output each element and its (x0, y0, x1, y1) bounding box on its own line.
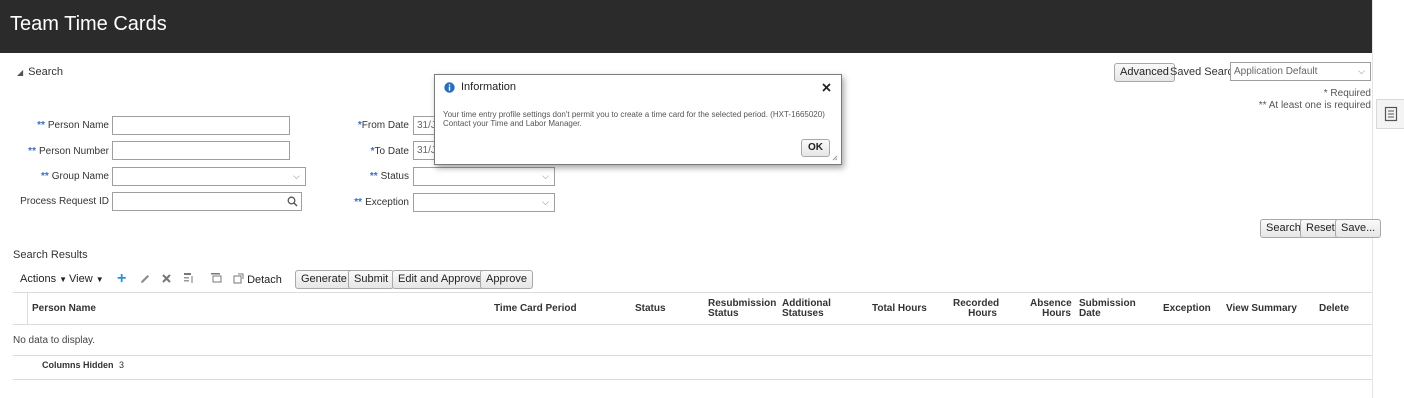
required-marker: ** (28, 146, 36, 157)
person-name-label: ** Person Name (37, 120, 109, 131)
submit-button[interactable]: Submit (348, 270, 395, 289)
columns-hidden-count: 3 (119, 360, 125, 370)
detach-label: Detach (247, 274, 282, 286)
right-panel-gutter (1372, 0, 1404, 398)
close-icon[interactable] (822, 83, 831, 92)
at-least-one-note: ** At least one is required (1258, 100, 1371, 111)
status-label: ** Status (370, 171, 409, 182)
person-number-label: ** Person Number (28, 146, 109, 157)
page-header: Team Time Cards (0, 0, 1372, 53)
from-date-label: *From Date (358, 120, 409, 131)
group-name-label-text: Group Name (51, 171, 109, 182)
saved-search-select[interactable]: Application Default ⌵ (1230, 62, 1371, 81)
delete-x-icon[interactable] (161, 273, 172, 284)
person-name-label-text: Person Name (47, 120, 109, 131)
chevron-down-icon: ⌵ (1358, 66, 1365, 76)
saved-search-value: Application Default (1234, 66, 1318, 77)
to-date-label: *To Date (371, 146, 409, 157)
column-header-additional-statuses[interactable]: Additional Statuses (782, 299, 831, 319)
table-header-bottom-border (13, 324, 1372, 325)
info-icon (444, 82, 455, 93)
empty-table-message: No data to display. (13, 335, 96, 346)
from-date-label-text: From Date (361, 120, 409, 131)
required-marker: ** (40, 171, 49, 182)
edit-and-approve-button[interactable]: Edit and Approve (392, 270, 488, 289)
actions-menu[interactable]: Actions ▼ (20, 273, 67, 285)
columns-hidden-label: Columns Hidden (42, 360, 114, 370)
column-header-line: Hours (968, 308, 997, 319)
view-menu[interactable]: View ▼ (69, 273, 104, 285)
process-request-id-input[interactable] (112, 192, 302, 211)
dialog-title: Information (461, 81, 517, 93)
resize-grip-icon[interactable] (832, 155, 838, 161)
exception-label: ** Exception (354, 197, 409, 208)
detach-button[interactable]: Detach (233, 273, 282, 286)
status-select[interactable]: ⌵ (413, 167, 555, 186)
column-header-delete[interactable]: Delete (1319, 304, 1349, 314)
column-header-view-summary[interactable]: View Summary (1226, 304, 1297, 314)
information-dialog: Information Your time entry profile sett… (434, 74, 842, 165)
column-header-exception[interactable]: Exception (1163, 304, 1211, 314)
exception-label-text: Exception (365, 197, 409, 208)
person-number-input[interactable] (112, 141, 290, 160)
dialog-message: Your time entry profile settings don't p… (443, 110, 825, 128)
save-search-button[interactable]: Save... (1335, 219, 1382, 238)
column-header-recorded-hours[interactable]: Recorded Hours (953, 299, 999, 319)
saved-search-label: Saved Search (1170, 66, 1240, 78)
row-header-divider (27, 293, 28, 324)
ok-button[interactable]: OK (801, 139, 830, 157)
search-icon[interactable] (287, 196, 298, 207)
chevron-down-icon: ⌵ (542, 171, 549, 181)
required-marker: ** (37, 120, 45, 131)
column-header-line: Statuses (782, 308, 824, 319)
search-section-label: Search (28, 66, 64, 78)
table-top-border (13, 292, 1372, 293)
search-section-toggle[interactable]: ◢ Search (17, 66, 63, 78)
required-marker: ** (354, 197, 363, 208)
column-header-status[interactable]: Status (635, 304, 666, 314)
wrap-icon[interactable] (210, 272, 222, 284)
table-body-bottom-border (13, 355, 1372, 356)
group-name-label: ** Group Name (41, 171, 109, 182)
collapse-triangle-icon: ◢ (17, 67, 24, 77)
required-marker: ** (369, 171, 378, 182)
column-header-person-name[interactable]: Person Name (32, 304, 96, 314)
column-header-resubmission-status[interactable]: Resubmission Status (708, 299, 776, 319)
advanced-button[interactable]: Advanced (1114, 63, 1175, 82)
column-header-total-hours[interactable]: Total Hours (872, 304, 927, 314)
column-header-line: Hours (1042, 308, 1071, 319)
required-note: * Required (1323, 88, 1371, 99)
edit-pencil-icon[interactable] (139, 273, 151, 285)
search-results-title: Search Results (13, 249, 88, 261)
view-menu-label: View (69, 273, 93, 285)
columns-hidden-indicator: Columns Hidden 3 (42, 360, 124, 370)
exception-select[interactable]: ⌵ (413, 193, 555, 212)
chevron-down-icon: ⌵ (542, 197, 549, 207)
dropdown-arrow-icon: ▼ (59, 275, 68, 284)
column-header-absence-hours[interactable]: Absence Hours (1030, 299, 1072, 319)
detach-icon (233, 273, 244, 284)
actions-menu-label: Actions (20, 273, 57, 285)
approve-button[interactable]: Approve (480, 270, 533, 289)
process-request-id-label: Process Request ID (20, 196, 109, 207)
dropdown-arrow-icon: ▼ (95, 275, 104, 284)
add-icon[interactable]: + (117, 270, 126, 288)
column-header-line: Status (708, 308, 739, 319)
column-header-time-card-period[interactable]: Time Card Period (494, 304, 577, 314)
table-footer-border (13, 379, 1372, 380)
column-header-submission-date[interactable]: Submission Date (1079, 299, 1136, 319)
chevron-down-icon: ⌵ (293, 171, 300, 181)
group-name-select[interactable]: ⌵ (112, 167, 306, 186)
panel-drawer-tab[interactable] (1376, 99, 1404, 129)
person-number-label-text: Person Number (38, 146, 109, 157)
status-label-text: Status (380, 171, 409, 182)
person-name-input[interactable] (112, 116, 290, 135)
column-header-line: Date (1079, 308, 1101, 319)
freeze-columns-icon[interactable] (183, 272, 195, 284)
page-title: Team Time Cards (10, 13, 167, 35)
generate-button[interactable]: Generate (295, 270, 353, 289)
to-date-label-text: To Date (374, 146, 409, 157)
document-list-icon (1384, 106, 1397, 122)
